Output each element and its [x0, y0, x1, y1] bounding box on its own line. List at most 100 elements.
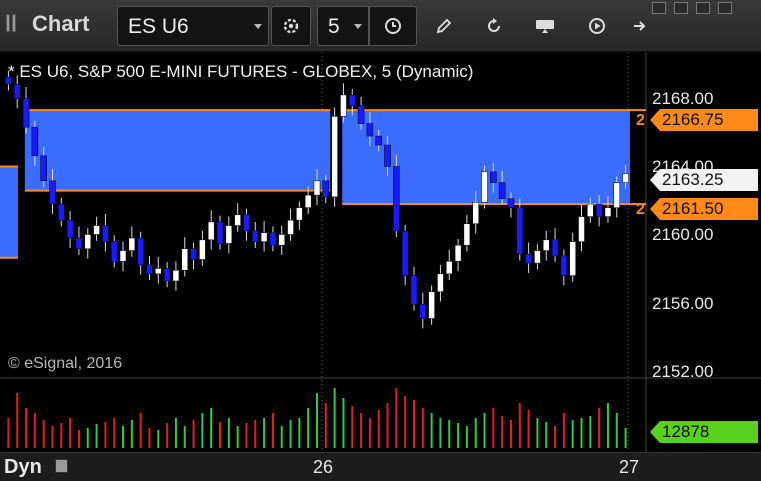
level-price-tag[interactable]: 2166.75 — [650, 109, 758, 131]
right-arrow-icon — [634, 21, 646, 31]
toolbar: Chart ES U6 5 — [0, 0, 761, 52]
candle-body — [481, 171, 488, 203]
level-price-tag[interactable]: 2161.50 — [650, 198, 758, 220]
close-button[interactable] — [718, 2, 732, 14]
candle-body — [498, 182, 506, 199]
candle-body — [58, 203, 65, 221]
draw-tool-button[interactable] — [424, 6, 464, 46]
candle-body — [525, 253, 532, 264]
get-icon — [536, 20, 554, 33]
candle-body — [322, 180, 330, 198]
candle-body — [102, 225, 109, 242]
chart-title: * ES U6, S&P 500 E-MINI FUTURES - GLOBEX… — [8, 62, 474, 81]
candle-body — [181, 248, 188, 271]
level-count: 2 — [636, 112, 645, 129]
last-price-tag: 2163.25 — [650, 169, 758, 191]
candle-body — [384, 144, 391, 167]
time-axis-label: 27 — [619, 457, 640, 477]
price-axis-label: 2156.00 — [652, 294, 714, 313]
candle-body — [313, 180, 321, 196]
level-count: 2 — [636, 201, 645, 218]
liquidity-zone — [24, 110, 331, 191]
scale-mode-label[interactable]: Dyn — [4, 456, 42, 479]
candle-body — [534, 250, 541, 264]
price-axis-label: 2160.00 — [652, 225, 714, 244]
candle-body — [349, 94, 356, 106]
candle-body — [595, 203, 603, 217]
interval-input[interactable]: 5 — [317, 6, 369, 46]
candle-body — [401, 230, 409, 276]
candle-body — [446, 261, 453, 275]
get-data-button[interactable] — [525, 6, 565, 46]
candle-body — [542, 239, 550, 251]
candle-body — [13, 83, 21, 99]
grip-icon[interactable] — [6, 14, 18, 32]
candle-body — [252, 230, 259, 242]
candle-body — [93, 225, 100, 235]
candle-body — [340, 94, 347, 117]
symbol-value: ES U6 — [128, 15, 189, 38]
candle-body — [40, 155, 47, 182]
candle-body — [84, 234, 92, 250]
zone-stub — [0, 166, 18, 258]
candle-body — [375, 135, 382, 146]
candle-body — [146, 264, 153, 275]
interval-value: 5 — [328, 15, 340, 38]
interval-clock-button[interactable] — [369, 6, 417, 46]
candle-body — [128, 237, 136, 251]
candle-body — [613, 182, 621, 208]
candle-body — [304, 194, 312, 208]
candle-body — [366, 123, 374, 137]
candle-body — [207, 221, 215, 241]
chart-area[interactable]: * ES U6, S&P 500 E-MINI FUTURES - GLOBEX… — [0, 52, 761, 481]
candle-body — [260, 232, 268, 242]
candle-body — [437, 273, 444, 292]
candle-body — [428, 291, 435, 319]
candle-body — [66, 219, 74, 239]
candle-body — [137, 237, 144, 266]
candle-body — [393, 166, 400, 232]
candle-body — [190, 248, 197, 260]
volume-tag: 12878 — [650, 421, 758, 443]
restore-button[interactable] — [696, 2, 710, 14]
candle-body — [578, 216, 585, 242]
app-title: Chart — [32, 11, 90, 36]
candle-body — [155, 268, 162, 275]
candle-body — [331, 116, 338, 198]
candle-body — [560, 255, 568, 276]
lock-icon[interactable] — [55, 459, 68, 473]
candle-body — [119, 250, 127, 262]
price-axis-label: 2152.00 — [652, 362, 714, 381]
gear-icon — [283, 18, 299, 34]
candle-body — [225, 225, 233, 244]
clock-icon — [385, 18, 401, 34]
price-axis-label: 2168.00 — [652, 89, 714, 108]
candle-body — [234, 214, 241, 226]
candle-body — [163, 268, 171, 282]
chevron-down-icon[interactable] — [354, 24, 362, 29]
minimize-button[interactable] — [652, 2, 666, 14]
candle-body — [490, 171, 497, 183]
candle-body — [296, 207, 303, 221]
candle-body — [31, 126, 39, 157]
candle-body — [243, 214, 250, 232]
refresh-button[interactable] — [474, 6, 514, 46]
chart-settings-button[interactable] — [271, 6, 311, 46]
maximize-button[interactable] — [674, 2, 688, 14]
candle-body — [287, 219, 294, 235]
pencil-icon — [436, 18, 452, 34]
candle-body — [269, 232, 277, 246]
candle-body — [357, 105, 365, 124]
candle-body — [587, 203, 594, 217]
chevron-down-icon[interactable] — [254, 24, 262, 29]
candle-body — [454, 244, 462, 262]
play-button[interactable] — [577, 6, 617, 46]
symbol-input[interactable]: ES U6 — [117, 6, 269, 46]
candle-body — [551, 239, 559, 257]
candle-body — [569, 241, 576, 276]
refresh-icon — [488, 18, 500, 32]
copyright-label: © eSignal, 2016 — [8, 355, 123, 372]
candle-body — [604, 207, 612, 217]
candle-body — [110, 241, 118, 262]
price-chart[interactable] — [0, 52, 761, 452]
